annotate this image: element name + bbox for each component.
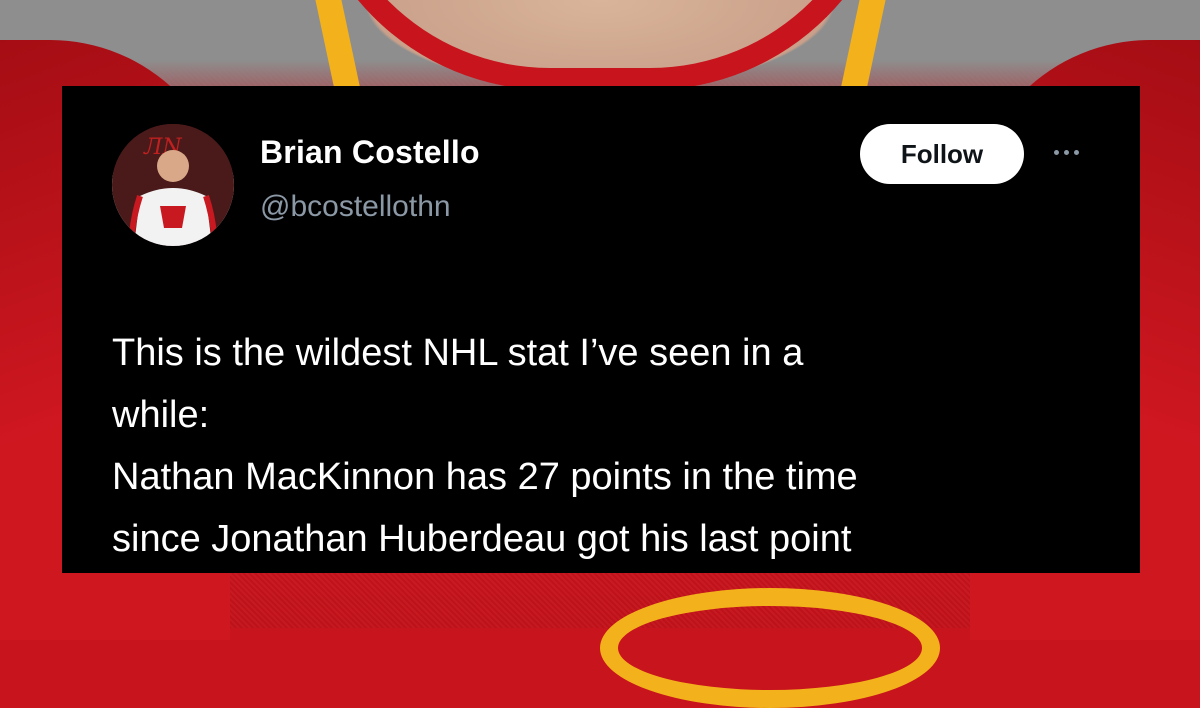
jersey-collar [300, 0, 900, 90]
dot [1053, 149, 1059, 155]
dot [1073, 149, 1079, 155]
tweet-text-line: since Jonathan Huberdeau got his last po… [112, 518, 852, 560]
author-handle[interactable]: @bcostellothn [260, 190, 451, 224]
ellipsis-icon[interactable] [1046, 142, 1086, 162]
follow-button[interactable]: Follow [860, 124, 1024, 184]
collar-stripe-left [315, 0, 361, 90]
dot [1063, 149, 1069, 155]
jersey-logo-arc [600, 588, 940, 708]
tweet-text-line: Nathan MacKinnon has 27 points in the ti… [112, 456, 858, 498]
author-display-name[interactable]: Brian Costello [260, 134, 480, 171]
collar-stripe-right [840, 0, 886, 90]
tweet-card: ЛN Brian Costello @bcostellothn Follow T… [62, 86, 1140, 573]
tweet-text-line: This is the wildest NHL stat I’ve seen i… [112, 332, 804, 374]
author-avatar[interactable]: ЛN [112, 124, 234, 246]
tweet-text: This is the wildest NHL stat I’ve seen i… [112, 322, 1102, 570]
tweet-text-line: while: [112, 394, 210, 436]
avatar-photo-icon: ЛN [112, 124, 234, 246]
